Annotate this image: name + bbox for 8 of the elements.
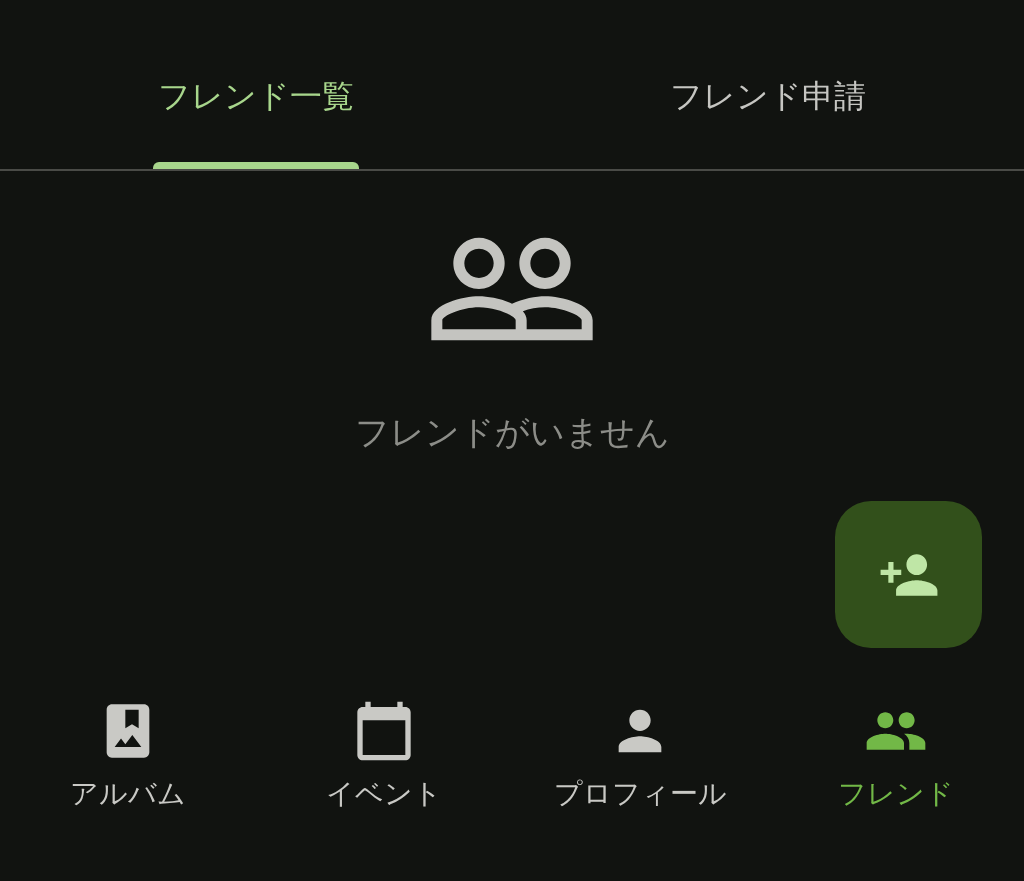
nav-item[interactable]: アルバム (0, 691, 256, 881)
nav-item[interactable]: イベント (256, 691, 512, 881)
add-friend-button[interactable] (835, 501, 982, 648)
tab[interactable]: フレンド一覧 (0, 0, 512, 169)
tab[interactable]: フレンド申請 (512, 0, 1024, 169)
nav-item[interactable]: フレンド (768, 691, 1024, 881)
empty-message: フレンドがいません (354, 411, 670, 454)
nav-item[interactable]: プロフィール (512, 691, 768, 881)
